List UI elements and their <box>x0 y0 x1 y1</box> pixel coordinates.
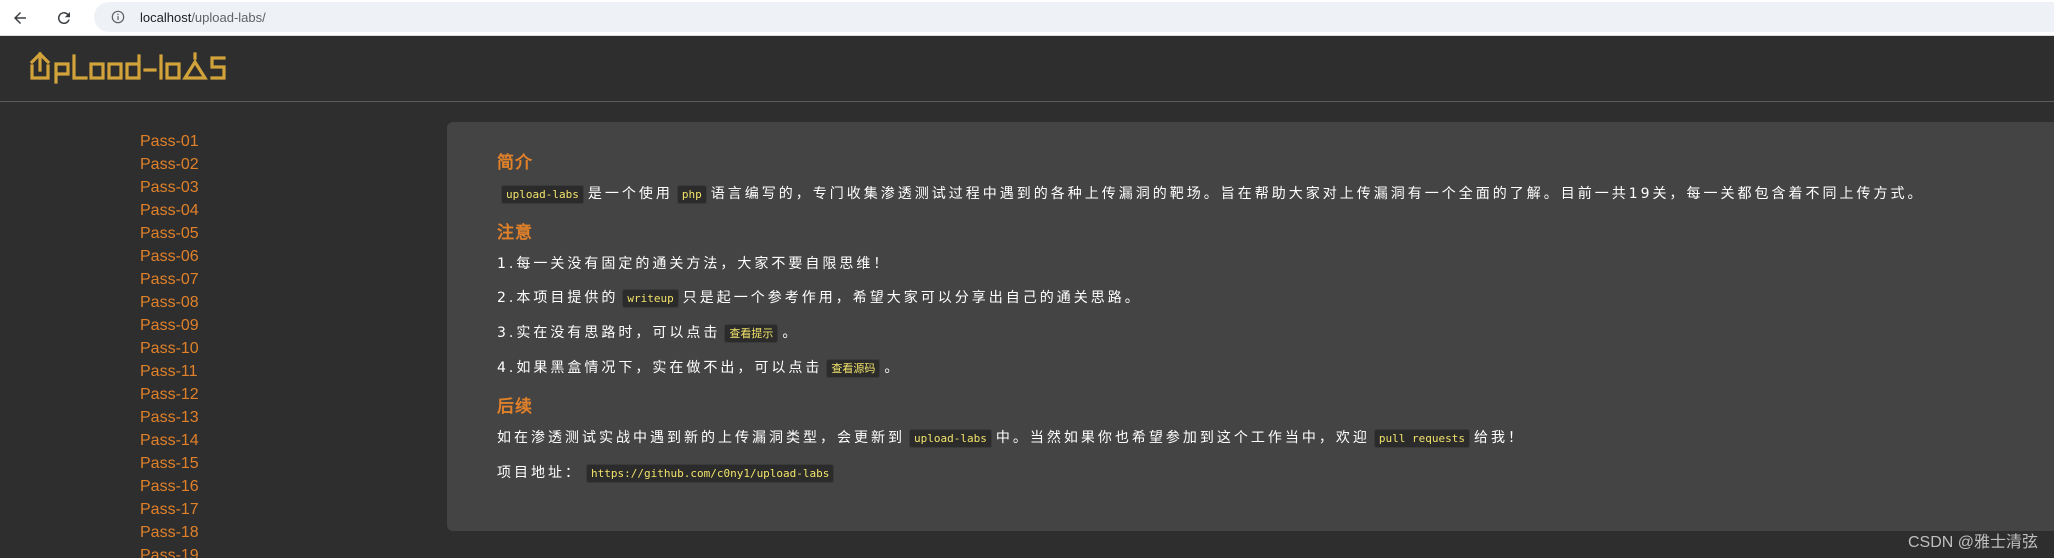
github-link[interactable]: https://github.com/c0ny1/upload-labs <box>586 464 835 483</box>
note-4: 4.如果黑盒情况下，实在做不出，可以点击 查看源码。 <box>497 357 2054 380</box>
sidebar-item-pass-15[interactable]: Pass-15 <box>140 452 340 475</box>
url-host: localhost <box>140 9 192 25</box>
code-pull-requests: pull requests <box>1373 429 1470 448</box>
note-3-text-b: 。 <box>782 325 800 341</box>
upload-labs-logo[interactable] <box>28 48 260 90</box>
back-button[interactable] <box>6 4 34 32</box>
note-4-text-b: 。 <box>884 360 902 376</box>
sidebar-item-pass-03[interactable]: Pass-03 <box>140 176 340 199</box>
sidebar-item-pass-17[interactable]: Pass-17 <box>140 498 340 521</box>
sidebar-item-pass-19[interactable]: Pass-19 <box>140 544 340 558</box>
intro-text-b: 语言编写的，专门收集渗透测试过程中遇到的各种上传漏洞的靶场。旨在帮助大家对上传漏… <box>710 186 1925 202</box>
address-bar[interactable]: localhost/upload-labs/ <box>94 2 2054 32</box>
url-path: /upload-labs/ <box>191 9 266 25</box>
site-header <box>0 36 2054 102</box>
note-2-text-a: 2.本项目提供的 <box>497 290 619 306</box>
intro-text-a: 是一个使用 <box>587 186 673 202</box>
sidebar-item-pass-09[interactable]: Pass-09 <box>140 314 340 337</box>
project-address: 项目地址： https://github.com/c0ny1/upload-lab… <box>497 462 2054 485</box>
sidebar-item-pass-11[interactable]: Pass-11 <box>140 360 340 383</box>
arrow-left-icon <box>14 12 26 24</box>
csdn-watermark: CSDN @雅士清弦 <box>1907 534 2038 551</box>
sidebar-item-pass-14[interactable]: Pass-14 <box>140 429 340 452</box>
note-3: 3.实在没有思路时，可以点击 查看提示。 <box>497 322 2054 345</box>
sidebar-item-pass-02[interactable]: Pass-02 <box>140 153 340 176</box>
project-address-label: 项目地址： <box>497 465 582 481</box>
sidebar-item-pass-12[interactable]: Pass-12 <box>140 383 340 406</box>
sidebar-nav: Pass-01 Pass-02 Pass-03 Pass-04 Pass-05 … <box>140 130 340 558</box>
note-1: 1.每一关没有固定的通关方法，大家不要自限思维！ <box>497 256 891 272</box>
code-upload-labs: upload-labs <box>501 185 584 204</box>
sidebar-item-pass-01[interactable]: Pass-01 <box>140 130 340 153</box>
intro-paragraph: upload-labs 是一个使用 php 语言编写的，专门收集渗透测试过程中遇到的各… <box>497 183 2054 206</box>
main-content-card: 简介 upload-labs 是一个使用 php 语言编写的，专门收集渗透测试过程中遇… <box>447 122 2054 531</box>
note-3-text-a: 3.实在没有思路时，可以点击 <box>497 325 721 341</box>
followup-title: 后续 <box>497 397 533 417</box>
followup-text-a: 如在渗透测试实战中遇到新的上传漏洞类型，会更新到 <box>497 430 905 446</box>
show-hint-link[interactable]: 查看提示 <box>724 324 779 343</box>
sidebar-item-pass-06[interactable]: Pass-06 <box>140 245 340 268</box>
sidebar-item-pass-13[interactable]: Pass-13 <box>140 406 340 429</box>
note-4-text-a: 4.如果黑盒情况下，实在做不出，可以点击 <box>497 360 823 376</box>
code-upload-labs-2: upload-labs <box>909 429 992 448</box>
sidebar-item-pass-05[interactable]: Pass-05 <box>140 222 340 245</box>
followup-text-b: 中。当然如果你也希望参加到这个工作当中，欢迎 <box>995 430 1370 446</box>
notes-title: 注意 <box>497 223 533 243</box>
reload-icon <box>57 12 70 25</box>
sidebar-item-pass-04[interactable]: Pass-04 <box>140 199 340 222</box>
browser-toolbar: localhost/upload-labs/ <box>0 0 2054 36</box>
sidebar-item-pass-18[interactable]: Pass-18 <box>140 521 340 544</box>
followup-paragraph: 如在渗透测试实战中遇到新的上传漏洞类型，会更新到 upload-labs 中。当然如… <box>497 427 2054 450</box>
note-2: 2.本项目提供的 writeup 只是起一个参考作用，希望大家可以分享出自己的通关思… <box>497 287 2054 310</box>
url-text: localhost/upload-labs/ <box>140 10 266 25</box>
sidebar-item-pass-10[interactable]: Pass-10 <box>140 337 340 360</box>
info-icon[interactable] <box>110 9 126 25</box>
show-source-link[interactable]: 查看源码 <box>826 359 881 378</box>
sidebar-item-pass-07[interactable]: Pass-07 <box>140 268 340 291</box>
sidebar-item-pass-16[interactable]: Pass-16 <box>140 475 340 498</box>
code-writeup: writeup <box>622 289 679 308</box>
reload-button[interactable] <box>50 4 78 32</box>
sidebar-item-pass-08[interactable]: Pass-08 <box>140 291 340 314</box>
followup-text-c: 给我！ <box>1473 430 1525 446</box>
code-php: php <box>676 185 707 204</box>
note-2-text-b: 只是起一个参考作用，希望大家可以分享出自己的通关思路。 <box>682 290 1142 306</box>
intro-title: 简介 <box>497 153 533 173</box>
